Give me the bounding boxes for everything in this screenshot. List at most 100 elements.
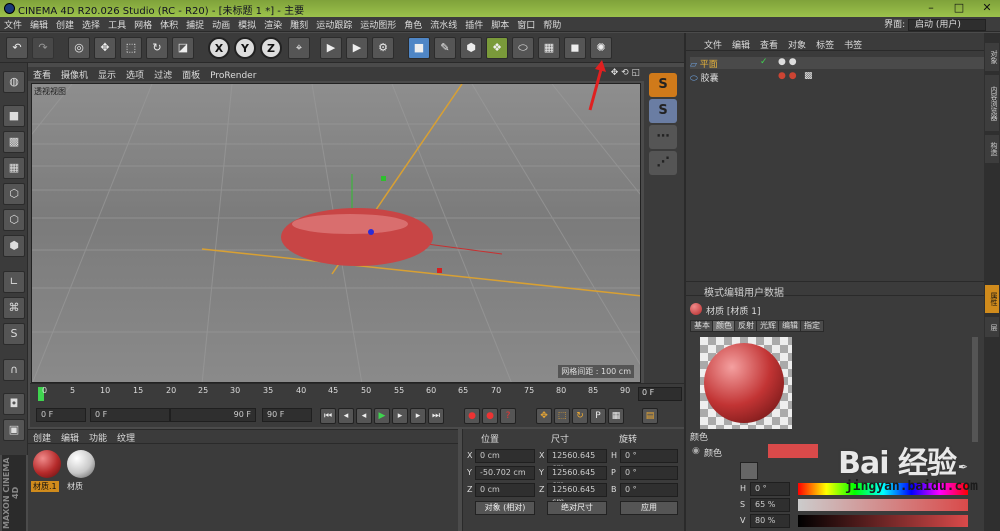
live-select-icon[interactable]: ◎	[68, 37, 90, 59]
current-frame-field[interactable]: 0 F	[638, 387, 682, 401]
y-axis-lock-icon[interactable]: Y	[234, 37, 256, 59]
start-frame-field[interactable]: 0 F	[36, 408, 86, 422]
tab-editor[interactable]: 编辑	[778, 320, 802, 332]
eyedropper-icon[interactable]: ✒	[958, 460, 968, 474]
menu-snap[interactable]: 捕捉	[182, 17, 208, 32]
recent-tool-icon[interactable]: ◪	[172, 37, 194, 59]
rotation-b-field[interactable]: 0 °	[620, 483, 678, 497]
go-to-end-icon[interactable]: ⏭	[428, 408, 444, 424]
saturation-slider[interactable]	[798, 499, 968, 511]
grid-snap-icon[interactable]: ▣	[3, 419, 25, 441]
snap-settings-icon[interactable]: S	[649, 99, 677, 123]
floor-icon[interactable]: ▦	[538, 37, 560, 59]
pen-spline-icon[interactable]: ✎	[434, 37, 456, 59]
polygons-mode-icon[interactable]: ⬢	[3, 235, 25, 257]
x-axis-lock-icon[interactable]: X	[208, 37, 230, 59]
menu-select[interactable]: 选择	[78, 17, 104, 32]
value-slider[interactable]	[798, 515, 968, 527]
menu-mograph[interactable]: 运动图形	[356, 17, 400, 32]
key-parameter-icon[interactable]: P	[590, 408, 606, 424]
z-axis-lock-icon[interactable]: Z	[260, 37, 282, 59]
interface-dropdown[interactable]: 启动 (用户)	[908, 19, 986, 31]
key-scale-icon[interactable]: ⬚	[554, 408, 570, 424]
saturation-field[interactable]: 65 %	[750, 498, 790, 512]
viewport-menu-view[interactable]: 查看	[28, 67, 56, 82]
size-mode-dropdown[interactable]: 绝对尺寸	[547, 501, 607, 515]
visibility-check-icon[interactable]: ✓	[760, 57, 768, 67]
objects-menu-object[interactable]: 对象	[783, 37, 811, 52]
minimize-button[interactable]: –	[918, 1, 944, 15]
range-start-field[interactable]: 0 F	[90, 408, 170, 422]
rotation-p-field[interactable]: 0 °	[620, 466, 678, 480]
snap-enable-icon[interactable]: S	[649, 73, 677, 97]
tab-basic[interactable]: 基本	[690, 320, 714, 332]
keyframe-selection-icon[interactable]: ?	[500, 408, 516, 424]
menu-create[interactable]: 创建	[52, 17, 78, 32]
object-name[interactable]: 平面	[700, 60, 718, 70]
attributes-menu-user-data[interactable]: 用户数据	[744, 288, 784, 299]
redo-icon[interactable]: ↷	[32, 37, 54, 59]
menu-tools[interactable]: 工具	[104, 17, 130, 32]
material-tag-icon[interactable]: ● ●	[778, 57, 797, 67]
key-pla-icon[interactable]: ▦	[608, 408, 624, 424]
size-y-field[interactable]: 12560.645 cm	[547, 466, 607, 489]
deformer-icon[interactable]: ⬭	[512, 37, 534, 59]
material-menu-function[interactable]: 功能	[84, 430, 112, 445]
attributes-menu-mode[interactable]: 模式	[686, 288, 724, 299]
guide-icon[interactable]: ⋰	[649, 151, 677, 175]
color-swatch[interactable]	[768, 444, 818, 458]
menu-character[interactable]: 角色	[400, 17, 426, 32]
next-key-icon[interactable]: ▸	[410, 408, 426, 424]
viewport-menu-camera[interactable]: 摄像机	[56, 67, 93, 82]
viewport-menu-prorender[interactable]: ProRender	[205, 70, 261, 82]
menu-sculpt[interactable]: 雕刻	[286, 17, 312, 32]
objects-menu-edit[interactable]: 编辑	[727, 37, 755, 52]
material-name[interactable]: 材质	[65, 481, 85, 492]
rotate-icon[interactable]: ↻	[146, 37, 168, 59]
material-menu-edit[interactable]: 编辑	[56, 430, 84, 445]
cube-primitive-icon[interactable]: ■	[408, 37, 430, 59]
render-picture-viewer-icon[interactable]: ▶	[346, 37, 368, 59]
object-row-capsule[interactable]: ⬭ 胶囊 ● ● ▩	[690, 71, 984, 84]
tab-luminance[interactable]: 光辉	[756, 320, 780, 332]
previous-key-icon[interactable]: ◂	[338, 408, 354, 424]
side-tab-objects[interactable]: 对象	[985, 43, 999, 71]
attributes-menu-edit[interactable]: 编辑	[724, 288, 744, 299]
menu-simulate[interactable]: 模拟	[234, 17, 260, 32]
subdivision-icon[interactable]: ⬢	[460, 37, 482, 59]
quantize-icon[interactable]: ⋯	[649, 125, 677, 149]
material-thumbnail[interactable]	[33, 450, 61, 478]
object-row-plane[interactable]: ▱ 平面 ✓ ● ●	[690, 57, 984, 70]
snap-icon[interactable]: S	[3, 323, 25, 345]
menu-volume[interactable]: 体积	[156, 17, 182, 32]
viewport-menu-display[interactable]: 显示	[93, 67, 121, 82]
range-end-field[interactable]: 90 F	[170, 408, 256, 422]
objects-menu-tags[interactable]: 标签	[811, 37, 839, 52]
hue-field[interactable]: 0 °	[750, 482, 790, 496]
timeline-window-icon[interactable]: ▤	[642, 408, 658, 424]
size-z-field[interactable]: 12560.645 cm	[547, 483, 607, 506]
menu-edit[interactable]: 编辑	[26, 17, 52, 32]
x-handle[interactable]	[437, 268, 442, 273]
object-name[interactable]: 胶囊	[701, 74, 719, 84]
texture-tag-icon[interactable]: ▩	[804, 71, 813, 81]
radio-icon[interactable]: ◉	[692, 446, 700, 456]
maximize-button[interactable]: □	[946, 1, 972, 15]
viewport-menu-options[interactable]: 选项	[121, 67, 149, 82]
color-picker-mode-icon[interactable]	[740, 462, 758, 480]
close-button[interactable]: ✕	[974, 1, 1000, 15]
menu-plugins[interactable]: 插件	[461, 17, 487, 32]
move-handle-center[interactable]	[368, 229, 374, 235]
rotation-h-field[interactable]: 0 °	[620, 449, 678, 463]
menu-animate[interactable]: 动画	[208, 17, 234, 32]
tab-reflectance[interactable]: 反射	[734, 320, 758, 332]
camera-icon[interactable]: ◼	[564, 37, 586, 59]
material-menu-texture[interactable]: 纹理	[112, 430, 140, 445]
menu-render[interactable]: 渲染	[260, 17, 286, 32]
timeline-ruler[interactable]: 0 5 10 15 20 25 30 35 40 45 50 55 60 65 …	[30, 383, 684, 405]
render-view-icon[interactable]: ▶	[320, 37, 342, 59]
coordinate-system-icon[interactable]: ⌖	[288, 37, 310, 59]
coordinate-mode-dropdown[interactable]: 对象 (相对)	[475, 501, 535, 515]
interface-selector[interactable]: 界面: 启动 (用户)	[884, 17, 986, 31]
value-field[interactable]: 80 %	[750, 514, 790, 528]
